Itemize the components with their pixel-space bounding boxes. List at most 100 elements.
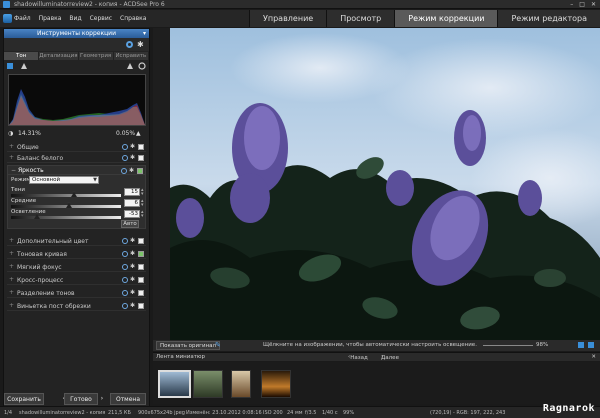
done-button[interactable]: Готово: [64, 393, 98, 405]
thumbnail[interactable]: [261, 370, 291, 398]
show-original-button[interactable]: Показать оригинал: [156, 341, 221, 350]
reset-icon[interactable]: [122, 276, 128, 283]
menu-help[interactable]: Справка: [120, 15, 146, 22]
minimize-button[interactable]: –: [570, 1, 573, 8]
reset-icon[interactable]: [122, 289, 128, 296]
auto-button[interactable]: Авто: [121, 220, 139, 228]
slider-value[interactable]: -53: [124, 210, 140, 218]
eyedropper-icon[interactable]: ✎: [215, 341, 221, 349]
brightness-header[interactable]: − Яркость ✱: [8, 166, 145, 175]
enable-checkbox[interactable]: [138, 237, 144, 244]
save-button[interactable]: Сохранить: [4, 393, 44, 405]
slider-thumb[interactable]: [34, 213, 41, 219]
section-soft-focus[interactable]: + Мягкий фокус ✱: [7, 262, 146, 272]
menu-view[interactable]: Вид: [69, 15, 81, 22]
enable-checkbox[interactable]: [138, 289, 144, 296]
reset-icon[interactable]: [122, 302, 128, 309]
subtab-tone[interactable]: Тон: [4, 52, 40, 60]
section-white-balance[interactable]: + Баланс белого ✱: [7, 153, 146, 163]
enable-checkbox[interactable]: [137, 167, 143, 174]
expand-icon[interactable]: +: [9, 237, 14, 244]
close-icon[interactable]: ✕: [591, 354, 596, 360]
zoom-slider[interactable]: [483, 345, 533, 346]
gear-icon[interactable]: ✱: [130, 154, 136, 161]
slider-thumb[interactable]: [66, 202, 73, 208]
section-tone-curve[interactable]: + Тоновая кривая ✱: [7, 249, 146, 259]
expand-icon[interactable]: +: [9, 289, 14, 296]
subtab-geometry[interactable]: Геометрия: [78, 52, 114, 60]
menu-file[interactable]: Файл: [14, 15, 31, 22]
slider-midtones[interactable]: Средние 6 ▴ ▾: [11, 198, 145, 209]
slider-value[interactable]: 15: [124, 188, 140, 196]
shadow-clip-icon[interactable]: ◑: [8, 130, 13, 137]
expand-icon[interactable]: +: [9, 250, 14, 257]
slider-highlights[interactable]: Осветление -53 ▴ ▾: [11, 209, 145, 220]
gear-icon[interactable]: ✱: [130, 263, 136, 270]
zoom-value[interactable]: 98%: [536, 342, 548, 348]
collapse-icon[interactable]: −: [11, 167, 16, 174]
chevron-down-icon[interactable]: ▾: [143, 29, 146, 38]
thumbnail[interactable]: [193, 370, 223, 398]
gear-icon[interactable]: ✱: [130, 143, 136, 150]
fit-icon[interactable]: [578, 342, 584, 348]
tab-manage[interactable]: Управление: [249, 10, 327, 27]
expand-icon[interactable]: +: [9, 276, 14, 283]
tab-view[interactable]: Просмотр: [326, 10, 395, 27]
filmstrip-forward[interactable]: Далее ›: [381, 354, 399, 361]
expand-icon[interactable]: +: [9, 143, 14, 150]
slider-value[interactable]: 6: [124, 199, 140, 207]
subtab-repair[interactable]: Исправить: [113, 52, 149, 60]
slider-shadows[interactable]: Тени 15 ▴ ▾: [11, 187, 145, 198]
histogram-tools-icon[interactable]: [4, 60, 151, 72]
thumbnail[interactable]: [158, 370, 191, 398]
tab-develop[interactable]: Режим коррекции: [394, 10, 498, 27]
section-additional-color[interactable]: + Дополнительный цвет ✱: [7, 236, 146, 246]
lilac-photo[interactable]: [170, 28, 600, 340]
enable-checkbox[interactable]: [138, 143, 144, 150]
gear-icon[interactable]: ✱: [129, 167, 135, 174]
next-icon[interactable]: ›: [98, 393, 106, 405]
expand-icon[interactable]: +: [9, 154, 14, 161]
enable-checkbox[interactable]: [138, 154, 144, 161]
enable-checkbox[interactable]: [138, 250, 144, 257]
filmstrip-back[interactable]: ‹ Назад: [348, 354, 368, 361]
slider-thumb[interactable]: [70, 191, 77, 197]
menu-edit[interactable]: Правка: [39, 15, 62, 22]
reset-icon[interactable]: [121, 167, 127, 174]
section-split-tone[interactable]: + Разделение тонов ✱: [7, 288, 146, 298]
enable-checkbox[interactable]: [138, 276, 144, 283]
spin-icon[interactable]: ▴ ▾: [141, 199, 144, 208]
reset-icon[interactable]: [122, 250, 128, 257]
gear-icon[interactable]: ✱: [130, 302, 136, 309]
menu-tools[interactable]: Сервис: [90, 15, 112, 22]
gear-icon[interactable]: ✱: [137, 40, 144, 49]
slider-track[interactable]: [11, 194, 121, 197]
enable-checkbox[interactable]: [138, 263, 144, 270]
reset-icon[interactable]: [126, 41, 133, 48]
reset-icon[interactable]: [122, 143, 128, 150]
mode-select[interactable]: Основной ▼: [29, 176, 99, 184]
gear-icon[interactable]: ✱: [130, 237, 136, 244]
tab-edit[interactable]: Режим редактора: [497, 10, 600, 27]
enable-checkbox[interactable]: [138, 302, 144, 309]
thumbnail[interactable]: [231, 370, 251, 398]
spin-icon[interactable]: ▴ ▾: [141, 210, 144, 219]
section-general[interactable]: + Общие ✱: [7, 142, 146, 152]
gear-icon[interactable]: ✱: [130, 250, 136, 257]
expand-icon[interactable]: +: [9, 263, 14, 270]
reset-icon[interactable]: [122, 154, 128, 161]
highlight-clip-icon[interactable]: ▲: [136, 130, 141, 137]
spin-icon[interactable]: ▴ ▾: [141, 188, 144, 197]
section-post-crop-vignette[interactable]: + Виньетка пост обрезки ✱: [7, 301, 146, 311]
maximize-button[interactable]: □: [579, 1, 585, 8]
cancel-button[interactable]: Отмена: [110, 393, 146, 405]
reset-icon[interactable]: [122, 237, 128, 244]
close-button[interactable]: ✕: [591, 1, 596, 8]
slider-track[interactable]: [11, 216, 121, 219]
gear-icon[interactable]: ✱: [130, 276, 136, 283]
subtab-detail[interactable]: Детализация: [39, 52, 79, 60]
expand-icon[interactable]: +: [9, 302, 14, 309]
actual-size-icon[interactable]: [588, 342, 594, 348]
section-cross-process[interactable]: + Кросс-процесс ✱: [7, 275, 146, 285]
reset-icon[interactable]: [122, 263, 128, 270]
